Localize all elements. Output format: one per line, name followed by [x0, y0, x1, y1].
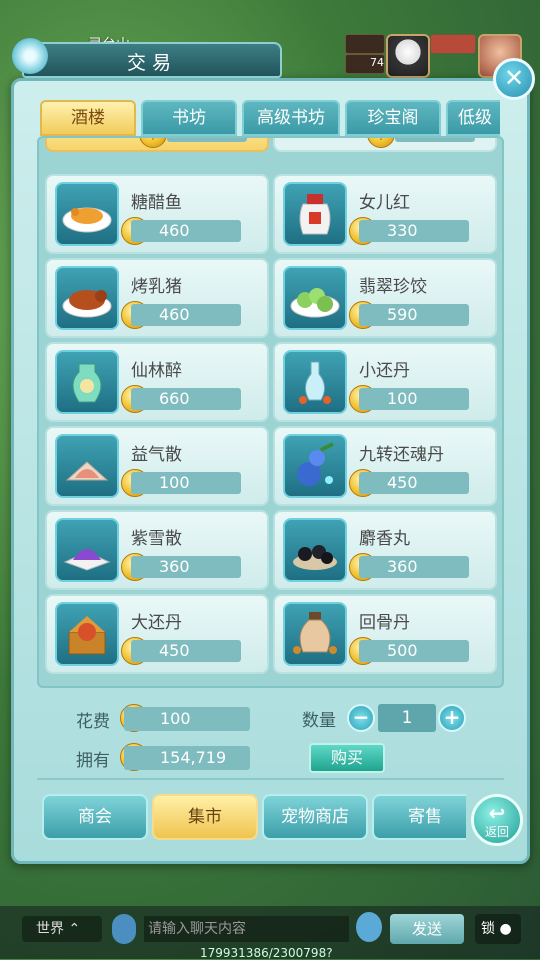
panel-title: 交易 [126, 52, 177, 74]
lotus-ornament-icon [12, 38, 48, 74]
pet-avatar[interactable] [386, 34, 430, 78]
back-arrow-icon: ↩ [488, 801, 506, 825]
tab-treasure-pavilion[interactable]: 珍宝阁 [345, 100, 441, 136]
item-name: 糖醋鱼 [131, 193, 182, 213]
item-price: 450 [359, 472, 469, 494]
lock-label: 锁 [481, 921, 495, 937]
item-card-bone-pill[interactable]: 回骨丹 $ 500 [273, 594, 497, 674]
back-button[interactable]: ↩ 返回 [471, 794, 523, 846]
item-price: 100 [359, 388, 469, 410]
shop-category-tabs: 酒楼 书坊 高级书坊 珍宝阁 低级 [40, 100, 500, 136]
item-card-jade-dumplings[interactable]: 翡翠珍饺 $ 590 [273, 258, 497, 338]
item-price: 330 [359, 220, 469, 242]
wine-jar-icon [283, 182, 347, 246]
jade-flask-icon [55, 350, 119, 414]
item-name: 小还丹 [359, 361, 410, 381]
jade-dumplings-icon [283, 266, 347, 330]
item-price: 460 [131, 220, 241, 242]
chat-channel-select[interactable]: 世界 ⌃ [22, 916, 102, 942]
tab-advanced-bookshop[interactable]: 高级书坊 [242, 100, 340, 136]
item-grid[interactable]: $ 100 $ 100 糖醋鱼 $ 460 女儿红 $ 330 烤乳猪 $ 46… [37, 136, 504, 688]
item-name: 紫雪散 [131, 529, 182, 549]
item-card-purple-snow[interactable]: 紫雪散 $ 360 [45, 510, 269, 590]
owned-label: 拥有 [76, 751, 110, 771]
item-name: 回骨丹 [359, 613, 410, 633]
hp-bar [345, 34, 385, 54]
roast-pig-icon [55, 266, 119, 330]
quantity-label: 数量 [302, 711, 336, 731]
item-name: 翡翠珍饺 [359, 277, 427, 297]
item-name: 女儿红 [359, 193, 410, 213]
item-price: 660 [131, 388, 241, 410]
emoji-icon[interactable] [356, 912, 382, 942]
item-card-musk-pill[interactable]: 麝香丸 $ 360 [273, 510, 497, 590]
powder-pack-icon [55, 434, 119, 498]
gourd-elixir-icon [283, 434, 347, 498]
tab-tavern[interactable]: 酒楼 [40, 100, 136, 136]
sweet-sour-fish-icon [55, 182, 119, 246]
player-hp-bar [430, 34, 476, 54]
item-price: 360 [131, 556, 241, 578]
item-price: 590 [359, 304, 469, 326]
market-tabs: 商会 集市 宠物商店 寄售 [42, 794, 466, 842]
item-price: 100 [395, 138, 475, 142]
quantity-field[interactable]: 1 [378, 704, 436, 732]
item-price: 100 [167, 138, 247, 142]
send-button[interactable]: 发送 [390, 914, 464, 944]
chat-input[interactable]: 请输入聊天内容 [144, 916, 349, 942]
item-name: 仙林醉 [131, 361, 182, 381]
item-card-selected-partial[interactable]: $ 100 [45, 138, 269, 152]
cost-value: 100 [124, 707, 250, 731]
elixir-box-icon [55, 602, 119, 666]
panel-title-plate: 交易 [22, 42, 282, 78]
item-card-immortal-wine[interactable]: 仙林醉 $ 660 [45, 342, 269, 422]
item-card-great-elixir[interactable]: 大还丹 $ 450 [45, 594, 269, 674]
item-card-sweet-sour-fish[interactable]: 糖醋鱼 $ 460 [45, 174, 269, 254]
lock-toggle[interactable]: 锁 ● [475, 914, 521, 944]
item-name: 九转还魂丹 [359, 445, 444, 465]
item-card-qi-powder[interactable]: 益气散 $ 100 [45, 426, 269, 506]
item-price: 460 [131, 304, 241, 326]
coin-icon: $ [367, 138, 395, 148]
item-name: 麝香丸 [359, 529, 410, 549]
item-name: 烤乳猪 [131, 277, 182, 297]
tab-basic-partial[interactable]: 低级 [446, 100, 500, 136]
small-pill-bottle-icon [283, 350, 347, 414]
coin-icon: $ [139, 138, 167, 148]
tab-market[interactable]: 集市 [152, 794, 258, 840]
quantity-minus-button[interactable]: − [347, 704, 375, 732]
owned-value: 154,719 [124, 746, 250, 770]
item-card-partial[interactable]: $ 100 [273, 138, 497, 152]
item-price: 360 [359, 556, 469, 578]
back-label: 返回 [484, 825, 509, 839]
tab-guild-shop[interactable]: 商会 [42, 794, 148, 840]
item-price: 500 [359, 640, 469, 662]
tab-pet-shop[interactable]: 宠物商店 [262, 794, 368, 840]
quantity-plus-button[interactable]: + [438, 704, 466, 732]
level-badge: 74 [345, 54, 385, 74]
buy-button[interactable]: 购买 [309, 743, 385, 773]
item-card-soul-elixir[interactable]: 九转还魂丹 $ 450 [273, 426, 497, 506]
divider [37, 778, 504, 780]
coordinates-text: 179931386/2300798? [200, 946, 333, 960]
tab-consignment[interactable]: 寄售 [372, 794, 466, 840]
cost-label: 花费 [76, 712, 110, 732]
item-price: 100 [131, 472, 241, 494]
item-name: 益气散 [131, 445, 182, 465]
item-card-roast-pig[interactable]: 烤乳猪 $ 460 [45, 258, 269, 338]
item-price: 450 [131, 640, 241, 662]
black-pills-icon [283, 518, 347, 582]
purple-powder-icon [55, 518, 119, 582]
item-card-wine[interactable]: 女儿红 $ 330 [273, 174, 497, 254]
close-button[interactable]: ✕ [493, 58, 535, 100]
item-card-small-pill[interactable]: 小还丹 $ 100 [273, 342, 497, 422]
chat-channel-label: 世界 [36, 921, 64, 937]
item-name: 大还丹 [131, 613, 182, 633]
tab-bookshop[interactable]: 书坊 [141, 100, 237, 136]
medicine-jar-icon [283, 602, 347, 666]
microphone-icon[interactable] [112, 914, 136, 944]
